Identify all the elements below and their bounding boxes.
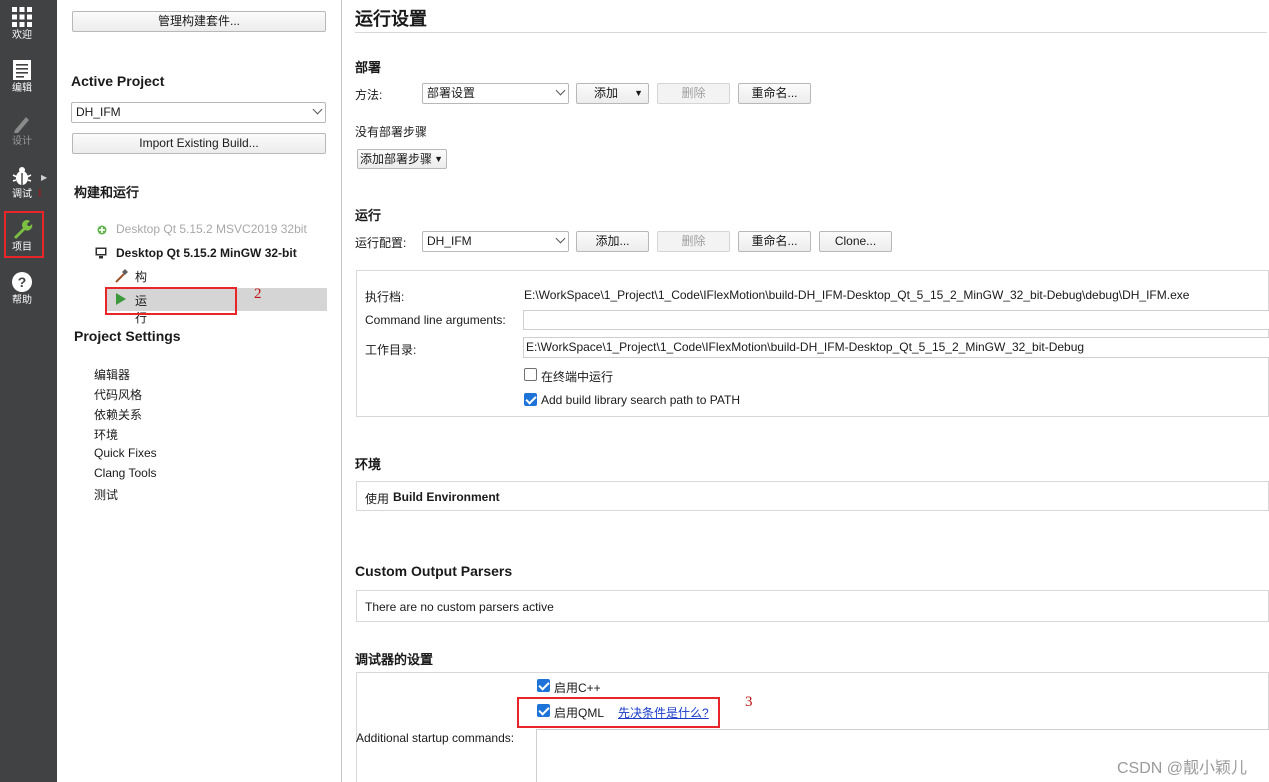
environment-panel[interactable]: 使用 Build Environment xyxy=(356,481,1269,511)
startup-commands-label: Additional startup commands: xyxy=(356,731,515,745)
chevron-down-icon xyxy=(312,104,323,115)
run-delete-button[interactable]: 删除 xyxy=(657,231,730,252)
settings-item-code-style[interactable]: 代码风格 xyxy=(94,386,142,403)
enable-cpp-checkbox[interactable] xyxy=(537,679,550,692)
run-config-value: DH_IFM xyxy=(427,234,472,248)
cmd-args-input[interactable] xyxy=(523,310,1269,330)
chevron-down-icon xyxy=(555,233,566,244)
deploy-method-combo[interactable]: 部署设置 xyxy=(422,83,569,104)
executable-label: 执行档: xyxy=(365,290,405,304)
mode-help[interactable]: ? 帮助 xyxy=(0,267,44,319)
kit-msvc-label: Desktop Qt 5.15.2 MSVC2019 32bit xyxy=(116,222,307,236)
deploy-add-button[interactable]: 添加 ▼ xyxy=(576,83,649,104)
import-build-button[interactable]: Import Existing Build... xyxy=(72,133,326,154)
kit-mingw-label: Desktop Qt 5.15.2 MinGW 32-bit xyxy=(116,246,297,260)
parsers-text: There are no custom parsers active xyxy=(365,600,554,614)
page-title: 运行设置 xyxy=(355,9,427,29)
no-deploy-steps-text: 没有部署步骤 xyxy=(355,125,428,139)
project-combo-value: DH_IFM xyxy=(76,105,121,119)
help-icon: ? xyxy=(12,272,32,292)
mode-label-help: 帮助 xyxy=(12,295,32,306)
cmd-args-label: Command line arguments: xyxy=(365,313,506,327)
mode-label-edit: 编辑 xyxy=(12,83,32,94)
enable-cpp-label: 启用C++ xyxy=(554,681,601,695)
chevron-down-icon xyxy=(555,85,566,96)
run-rename-button[interactable]: 重命名... xyxy=(738,231,811,252)
deploy-add-label: 添加 xyxy=(594,86,619,100)
project-nav-panel: 管理构建套件... Active Project DH_IFM Import E… xyxy=(57,0,342,782)
deploy-heading: 部署 xyxy=(355,60,382,75)
mode-welcome[interactable]: 欢迎 xyxy=(0,2,44,54)
pencil-icon xyxy=(14,117,29,133)
bug-icon xyxy=(12,167,32,185)
grid-icon xyxy=(12,7,32,27)
document-icon xyxy=(13,60,31,80)
deploy-method-label: 方法: xyxy=(355,88,383,102)
expand-arrow-icon: ▶ xyxy=(41,173,48,182)
deploy-rename-button[interactable]: 重命名... xyxy=(738,83,811,104)
settings-item-testing[interactable]: 测试 xyxy=(94,486,118,503)
settings-item-editor[interactable]: 编辑器 xyxy=(94,366,130,383)
watermark: CSDN @靓小颖儿 xyxy=(1117,760,1248,777)
deploy-method-value: 部署设置 xyxy=(427,86,476,100)
add-deploy-step-button[interactable]: 添加部署步骤 ▼ xyxy=(357,149,447,169)
dropdown-arrow-icon: ▼ xyxy=(434,154,443,164)
annotation-1: 1 xyxy=(37,187,43,199)
settings-item-clang-tools[interactable]: Clang Tools xyxy=(94,466,156,480)
run-config-panel: 执行档: E:\WorkSpace\1_Project\1_Code\IFlex… xyxy=(356,270,1269,417)
run-add-button[interactable]: 添加... xyxy=(576,231,649,252)
run-settings-page: 运行设置 部署 方法: 部署设置 添加 ▼ 删除 重命名... 没有部署步骤 添… xyxy=(342,0,1269,782)
mode-design[interactable]: 设计 xyxy=(0,108,44,160)
parsers-panel: There are no custom parsers active xyxy=(356,590,1269,622)
hammer-icon xyxy=(115,269,128,283)
executable-value: E:\WorkSpace\1_Project\1_Code\IFlexMotio… xyxy=(524,288,1190,302)
project-settings-heading: Project Settings xyxy=(74,328,181,344)
mode-label-debug: 调试 xyxy=(12,189,32,200)
environment-use-prefix: 使用 xyxy=(365,492,390,506)
build-run-heading: 构建和运行 xyxy=(74,185,140,200)
add-lib-path-label: Add build library search path to PATH xyxy=(541,393,740,407)
annotation-box-2 xyxy=(105,287,237,315)
monitor-icon xyxy=(95,247,107,259)
add-deploy-step-label: 添加部署步骤 xyxy=(360,152,433,166)
deploy-delete-button[interactable]: 删除 xyxy=(657,83,730,104)
debugger-heading: 调试器的设置 xyxy=(355,652,434,667)
annotation-3: 3 xyxy=(745,694,753,710)
mode-label-design: 设计 xyxy=(12,136,32,147)
run-in-terminal-label: 在终端中运行 xyxy=(541,370,614,384)
run-config-label: 运行配置: xyxy=(355,236,407,250)
run-clone-button[interactable]: Clone... xyxy=(819,231,892,252)
settings-item-environment[interactable]: 环境 xyxy=(94,426,118,443)
svg-text:?: ? xyxy=(18,274,27,290)
run-in-terminal-checkbox[interactable] xyxy=(524,368,537,381)
title-divider xyxy=(355,32,1267,33)
mode-label-welcome: 欢迎 xyxy=(12,30,32,41)
run-config-combo[interactable]: DH_IFM xyxy=(422,231,569,252)
run-heading: 运行 xyxy=(355,208,382,223)
manage-kits-button[interactable]: 管理构建套件... xyxy=(72,11,326,32)
active-project-heading: Active Project xyxy=(71,73,165,89)
parsers-heading: Custom Output Parsers xyxy=(355,563,513,579)
settings-item-dependencies[interactable]: 依赖关系 xyxy=(94,406,142,423)
mode-edit[interactable]: 编辑 xyxy=(0,55,44,107)
annotation-2: 2 xyxy=(254,286,262,302)
workdir-label: 工作目录: xyxy=(365,343,417,357)
add-lib-path-checkbox[interactable] xyxy=(524,393,537,406)
annotation-box-3 xyxy=(517,697,720,728)
annotation-box-1 xyxy=(4,211,44,258)
add-kit-icon xyxy=(97,225,107,235)
project-combo[interactable]: DH_IFM xyxy=(71,102,326,123)
environment-use-value: Build Environment xyxy=(393,490,500,504)
settings-item-quick-fixes[interactable]: Quick Fixes xyxy=(94,446,157,460)
dropdown-arrow-icon: ▼ xyxy=(634,88,643,98)
workdir-input[interactable]: E:\WorkSpace\1_Project\1_Code\IFlexMotio… xyxy=(523,337,1269,358)
environment-heading: 环境 xyxy=(355,457,382,472)
mode-bar: 欢迎 编辑 设计 调试 ▶ 项目 ? 帮助 xyxy=(0,0,57,782)
